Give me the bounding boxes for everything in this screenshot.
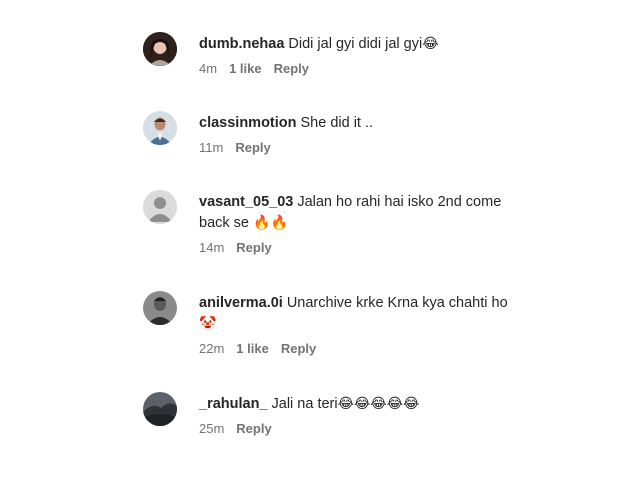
profile-photo-icon <box>143 32 177 66</box>
comment-timestamp: 11m <box>199 140 224 155</box>
comment-likes[interactable]: 1 like <box>229 61 262 76</box>
avatar[interactable] <box>143 32 177 66</box>
comment-username[interactable]: classinmotion <box>199 115 297 131</box>
reply-button[interactable]: Reply <box>236 240 271 255</box>
comment-text: classinmotion She did it .. <box>199 113 523 134</box>
comment-username[interactable]: anilverma.0i <box>199 295 283 311</box>
comment-meta: 25m Reply <box>199 421 523 436</box>
profile-photo-icon <box>143 111 177 145</box>
comment-body: Jali na teri <box>271 396 338 412</box>
reply-button[interactable]: Reply <box>235 140 270 155</box>
comment-username[interactable]: _rahulan_ <box>199 396 268 412</box>
comment-text: dumb.nehaa Didi jal gyi didi jal gyi😂 <box>199 34 523 55</box>
reply-button[interactable]: Reply <box>274 61 309 76</box>
default-profile-icon <box>143 190 177 224</box>
fire-emoji-icon: 🔥🔥 <box>253 215 288 231</box>
comment-item: anilverma.0i Unarchive krke Krna kya chah… <box>143 291 523 356</box>
profile-photo-icon <box>143 392 177 426</box>
comment-item: vasant_05_03 Jalan ho rahi hai isko 2nd c… <box>143 190 523 255</box>
profile-photo-icon <box>143 291 177 325</box>
comment-item: dumb.nehaa Didi jal gyi didi jal gyi😂 4m … <box>143 32 523 76</box>
avatar[interactable] <box>143 111 177 145</box>
comment-timestamp: 25m <box>199 421 225 436</box>
avatar[interactable] <box>143 392 177 426</box>
comment-item: _rahulan_ Jali na teri😂😂😂😂😂 25m Reply <box>143 392 523 436</box>
comment-meta: 22m 1 like Reply <box>199 341 523 356</box>
avatar[interactable] <box>143 291 177 325</box>
laughing-emoji-icon: 😂 <box>422 36 439 52</box>
comment-text: _rahulan_ Jali na teri😂😂😂😂😂 <box>199 394 523 415</box>
comment-body: Didi jal gyi didi jal gyi <box>288 36 423 52</box>
avatar[interactable] <box>143 190 177 224</box>
comment-body: She did it .. <box>300 115 374 131</box>
comment-timestamp: 22m <box>199 341 225 356</box>
comment-body: Unarchive krke Krna kya chahti ho <box>286 295 508 311</box>
comment-item: classinmotion She did it .. 11m Reply <box>143 111 523 155</box>
comment-timestamp: 14m <box>199 240 225 255</box>
comment-timestamp: 4m <box>199 61 218 76</box>
comment-username[interactable]: dumb.nehaa <box>199 36 284 52</box>
comments-list: dumb.nehaa Didi jal gyi didi jal gyi😂 4m … <box>0 0 640 480</box>
comment-meta: 4m 1 like Reply <box>199 61 523 76</box>
comment-text: anilverma.0i Unarchive krke Krna kya chah… <box>199 293 523 335</box>
comment-username[interactable]: vasant_05_03 <box>199 194 293 210</box>
clown-emoji-icon: 🤡 <box>199 316 217 332</box>
comment-text: vasant_05_03 Jalan ho rahi hai isko 2nd c… <box>199 192 523 234</box>
reply-button[interactable]: Reply <box>236 421 271 436</box>
comment-likes[interactable]: 1 like <box>236 341 269 356</box>
comment-meta: 14m Reply <box>199 240 523 255</box>
comment-meta: 11m Reply <box>199 140 523 155</box>
laughing-emoji-icon: 😂😂😂😂😂 <box>337 396 420 412</box>
reply-button[interactable]: Reply <box>281 341 316 356</box>
